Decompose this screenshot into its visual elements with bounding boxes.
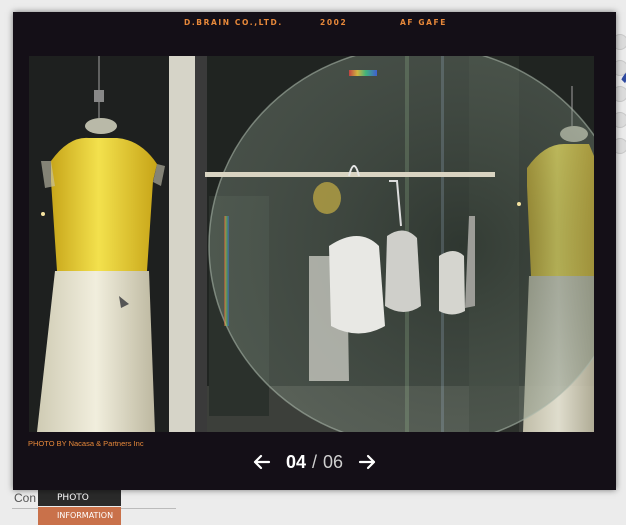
photo-illustration xyxy=(29,56,594,432)
photo-pager: 04 / 06 xyxy=(13,450,616,474)
arrow-right-icon xyxy=(358,454,376,470)
header-project: AF GAFE xyxy=(400,18,447,27)
menu-item-photo[interactable]: PHOTO xyxy=(38,490,121,506)
next-photo-button[interactable] xyxy=(355,450,379,474)
page-counter: 04 / 06 xyxy=(286,452,343,473)
gallery-photo xyxy=(29,56,594,432)
current-page: 04 xyxy=(285,451,306,472)
lightbox-header: D.BRAIN CO.,LTD. 2002 AF GAFE xyxy=(13,12,616,34)
photo-lightbox: D.BRAIN CO.,LTD. 2002 AF GAFE PHOTO BY N… xyxy=(13,12,616,490)
menu-item-information[interactable]: INFORMATION xyxy=(38,507,121,525)
total-pages: 06 xyxy=(323,451,344,472)
header-company: D.BRAIN CO.,LTD. xyxy=(184,18,283,27)
page-separator: / xyxy=(311,451,317,472)
arrow-left-icon xyxy=(253,454,271,470)
background-partial-text: Con xyxy=(14,491,37,505)
prev-photo-button[interactable] xyxy=(250,450,274,474)
header-year: 2002 xyxy=(320,18,348,27)
photo-credit: PHOTO BY Nacasa & Partners Inc xyxy=(28,439,144,448)
